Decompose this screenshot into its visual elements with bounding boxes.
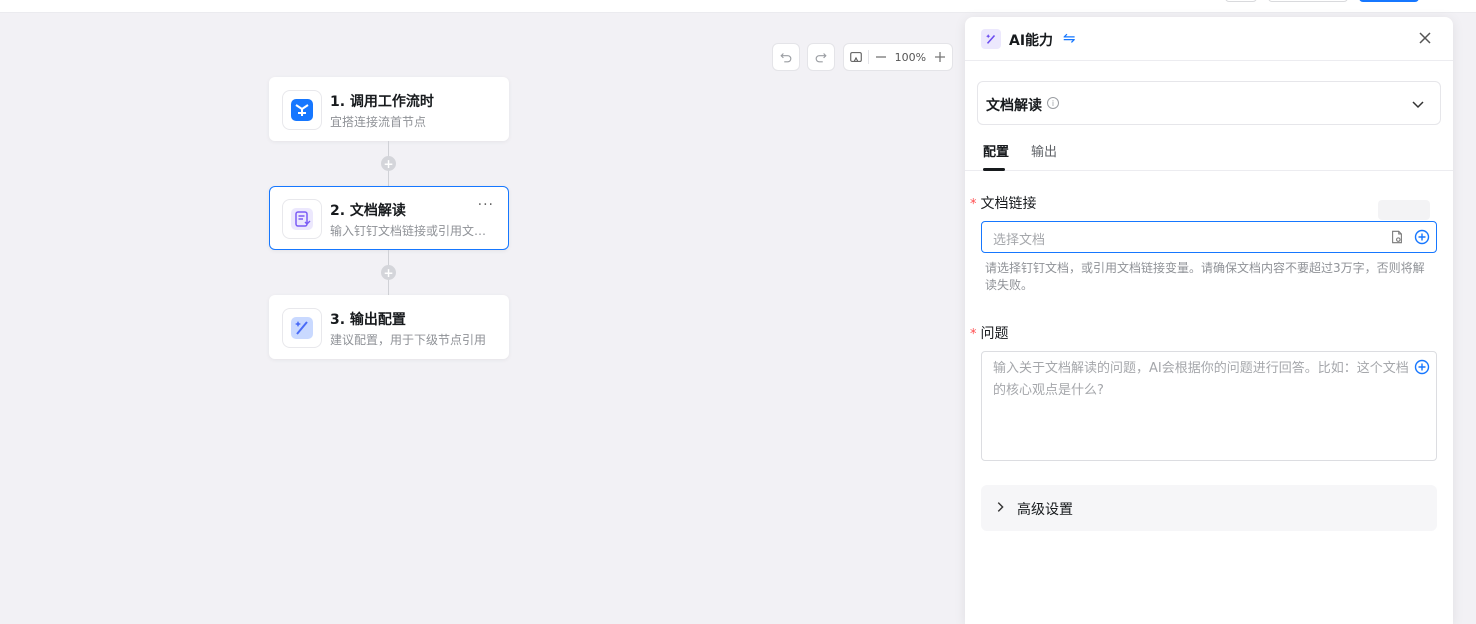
node-title: 2. 文档解读 [330, 203, 406, 219]
required-mark: * [970, 197, 977, 212]
redo-icon [815, 53, 827, 63]
more-icon[interactable]: ··· [478, 197, 494, 213]
advanced-settings-label: 高级设置 [1017, 502, 1073, 518]
tab-output[interactable]: 输出 [1031, 141, 1057, 160]
add-variable-icon[interactable] [1414, 359, 1430, 375]
node-subtitle: 建议配置，用于下级节点引用 [330, 333, 487, 347]
minus-icon [875, 56, 886, 58]
doc-link-label: * 文档链接 [970, 193, 1037, 213]
add-node-button[interactable]: + [381, 156, 396, 171]
undo-button[interactable] [772, 43, 800, 71]
fit-view-button[interactable] [844, 44, 868, 70]
question-label-text: 问题 [980, 326, 1009, 342]
top-bar-primary-button[interactable] [1359, 0, 1419, 2]
add-variable-icon[interactable] [1414, 229, 1430, 245]
top-bar [0, 0, 1476, 13]
swap-icon[interactable]: ⇋ [1063, 29, 1076, 47]
fit-view-icon [850, 52, 862, 62]
doc-link-label-text: 文档链接 [980, 196, 1037, 212]
zoom-controls: 100% [843, 43, 953, 71]
chevron-down-icon [1412, 101, 1424, 109]
doc-link-help: 请选择钉钉文档，或引用文档链接变量。请确保文档内容不要超过3万字，否则将解读失败… [985, 261, 1425, 292]
zoom-level: 100% [894, 50, 927, 64]
flow-node-doc-read[interactable]: 2. 文档解读 输入钉钉文档链接或引用文档链接变量 ··· [269, 186, 509, 250]
doc-read-icon [282, 199, 322, 239]
ai-ability-icon [981, 29, 1001, 49]
yida-icon [282, 90, 322, 130]
node-subtitle: 宜搭连接流首节点 [330, 115, 427, 129]
info-icon[interactable]: i [1047, 97, 1059, 109]
plus-icon [935, 52, 946, 62]
zoom-out-button[interactable] [869, 44, 893, 70]
top-bar-button[interactable] [1225, 0, 1257, 2]
flow-node-trigger[interactable]: 1. 调用工作流时 宜搭连接流首节点 [269, 77, 509, 141]
panel-title: AI能力 [1009, 33, 1054, 49]
doc-link-placeholder: 选择文档 [993, 233, 1046, 248]
active-tab-indicator [983, 168, 1005, 171]
add-node-button[interactable]: + [381, 265, 396, 280]
node-title: 3. 输出配置 [330, 312, 406, 328]
question-textarea[interactable]: 输入关于文档解读的问题，AI会根据你的问题进行回答。比如：这个文档的核心观点是什… [981, 351, 1437, 461]
panel-tabs: 配置 输出 [965, 137, 1453, 171]
magic-wand-icon [282, 308, 322, 348]
question-label: * 问题 [970, 323, 1009, 343]
node-subtitle: 输入钉钉文档链接或引用文档链接变量 [330, 224, 498, 238]
required-mark: * [970, 327, 977, 342]
top-bar-button[interactable] [1268, 0, 1348, 2]
panel-header: AI能力 ⇋ [965, 17, 1453, 61]
flow-node-output[interactable]: 3. 输出配置 建议配置，用于下级节点引用 [269, 295, 509, 359]
advanced-settings-toggle[interactable]: 高级设置 [981, 485, 1437, 531]
chevron-right-icon [997, 502, 1004, 512]
undo-icon [780, 53, 792, 63]
node-title: 1. 调用工作流时 [330, 94, 434, 110]
redo-button[interactable] [807, 43, 835, 71]
ability-select-value: 文档解读 [986, 98, 1042, 114]
zoom-in-button[interactable] [928, 44, 952, 70]
config-panel: AI能力 ⇋ 文档解读 i 配置 输出 * 文档链接 选择文档 请选择钉钉文档，或… [965, 17, 1453, 624]
ghost-tooltip [1378, 200, 1430, 220]
doc-link-input[interactable]: 选择文档 [981, 221, 1437, 253]
tab-config[interactable]: 配置 [983, 141, 1009, 160]
question-placeholder: 输入关于文档解读的问题，AI会根据你的问题进行回答。比如：这个文档的核心观点是什… [993, 361, 1409, 398]
ability-select[interactable]: 文档解读 i [977, 81, 1441, 125]
document-picker-icon[interactable] [1390, 230, 1404, 244]
close-icon[interactable] [1417, 30, 1433, 46]
